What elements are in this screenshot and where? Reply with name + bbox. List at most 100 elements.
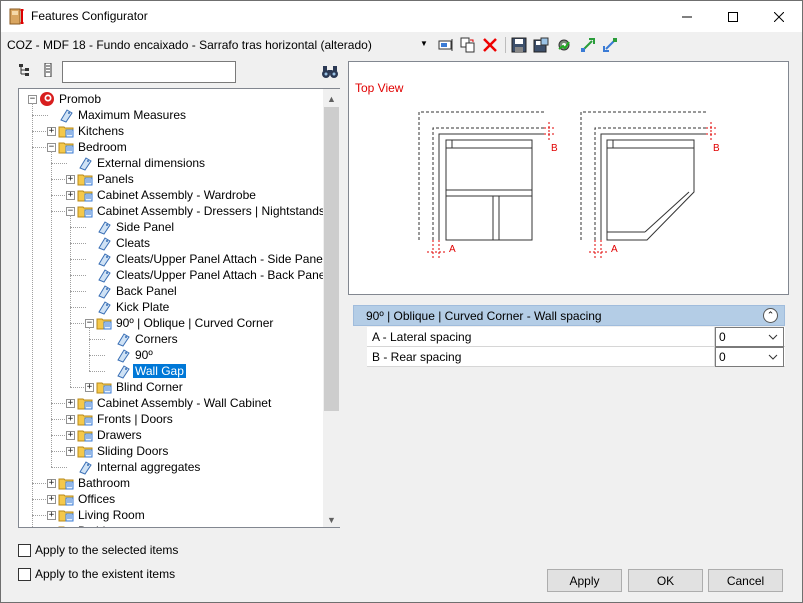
tree-item[interactable]: Cleats/Upper Panel Attach - Side Panel: [19, 251, 325, 267]
tree-item[interactable]: Maximum Measures: [19, 107, 324, 123]
tree-item[interactable]: Cleats/Upper Panel Attach - Back Panel: [19, 267, 328, 283]
tree-item-label: Side Panel: [116, 220, 175, 234]
tree-item[interactable]: Wall Gap: [19, 363, 324, 379]
binoculars-icon[interactable]: [321, 65, 339, 79]
tree-item[interactable]: + Bathhouse: [19, 523, 324, 528]
tree-item[interactable]: + Kitchens: [19, 123, 324, 139]
tree-item[interactable]: Internal aggregates: [19, 459, 324, 475]
tree-item[interactable]: + Bathroom: [19, 475, 324, 491]
tree-item-label: Living Room: [78, 508, 145, 522]
tree-item[interactable]: + Blind Corner: [19, 379, 324, 395]
tree-connector: [70, 215, 71, 387]
tree-item[interactable]: + Fronts | Doors: [19, 411, 324, 427]
expand-icon[interactable]: +: [66, 399, 75, 408]
apply-selected-option[interactable]: Apply to the selected items: [18, 542, 178, 558]
expand-icon[interactable]: +: [49, 527, 54, 528]
tree-item[interactable]: Kick Plate: [19, 299, 324, 315]
property-name: A - Lateral spacing: [372, 330, 472, 344]
tree-item[interactable]: − Promob: [19, 91, 324, 107]
tree-item[interactable]: 90º: [19, 347, 324, 363]
close-button[interactable]: [756, 1, 802, 32]
expand-icon[interactable]: +: [47, 479, 56, 488]
expand-icon[interactable]: +: [66, 175, 75, 184]
tree-item-label: Cleats: [116, 236, 151, 250]
list-view-icon[interactable]: [41, 63, 55, 77]
tree-scrollbar-thumb[interactable]: [324, 107, 339, 411]
tree-view-icon[interactable]: [18, 63, 34, 77]
tree-item[interactable]: + Cabinet Assembly - Wall Cabinet: [19, 395, 324, 411]
cancel-button[interactable]: Cancel: [708, 569, 783, 592]
apply-button[interactable]: Apply: [547, 569, 622, 592]
save-icon[interactable]: [511, 37, 527, 53]
maximize-button[interactable]: [710, 1, 756, 32]
feature-tree[interactable]: − Promob Maximum Measures + Kitchens − Bedroom…: [18, 88, 340, 528]
apply-existent-checkbox[interactable]: [18, 567, 31, 581]
rear-spacing-select[interactable]: 0: [715, 347, 784, 367]
window-title: Features Configurator: [31, 9, 148, 23]
tree-item[interactable]: + Offices: [19, 491, 324, 507]
copy-icon[interactable]: [460, 37, 476, 53]
tree-connector: [89, 327, 90, 371]
expand-icon[interactable]: +: [66, 431, 75, 440]
settings-icon[interactable]: [556, 37, 572, 53]
property-group-header[interactable]: 90º | Oblique | Curved Corner - Wall spa…: [353, 305, 785, 326]
expand-all-icon[interactable]: [580, 37, 596, 53]
configuration-select[interactable]: COZ - MDF 18 - Fundo encaixado - Sarrafo…: [6, 37, 432, 55]
tree-item[interactable]: −90º | Oblique | Curved Corner: [19, 315, 324, 331]
tree-item-label: Offices: [78, 492, 116, 506]
property-name: B - Rear spacing: [372, 350, 462, 364]
tree-item-label: 90º | Oblique | Curved Corner: [116, 316, 274, 330]
property-row-lateral-spacing: A - Lateral spacing 0: [353, 327, 785, 347]
feature-tag-icon: [117, 365, 130, 379]
minimize-button[interactable]: [664, 1, 710, 32]
scroll-up-button[interactable]: ▲: [323, 90, 340, 107]
folder-icon: [58, 142, 74, 154]
tree-item[interactable]: − Bedroom: [19, 139, 324, 155]
feature-tag-icon: [117, 333, 130, 347]
expand-icon[interactable]: +: [66, 447, 75, 456]
expand-icon[interactable]: +: [47, 511, 56, 520]
collapse-all-icon[interactable]: [602, 37, 618, 53]
scroll-down-button[interactable]: ▼: [323, 511, 340, 528]
tree-item[interactable]: + Panels: [19, 171, 324, 187]
feature-tag-icon: [98, 253, 111, 267]
tree-item[interactable]: + Sliding Doors: [19, 443, 324, 459]
tree-connector: [51, 151, 52, 467]
apply-selected-checkbox[interactable]: [18, 543, 31, 557]
apply-existent-option[interactable]: Apply to the existent items: [18, 566, 175, 582]
expand-icon[interactable]: +: [66, 191, 75, 200]
tree-item[interactable]: + Drawers: [19, 427, 324, 443]
expand-icon[interactable]: +: [47, 127, 56, 136]
ok-button[interactable]: OK: [628, 569, 703, 592]
close-icon: [774, 11, 784, 22]
top-view-drawing: A B A B: [418, 111, 720, 258]
folder-icon: [77, 174, 93, 186]
label-b-left: B: [551, 143, 558, 154]
collapse-chevrons-icon[interactable]: ⌃: [763, 308, 778, 323]
folder-icon: [77, 398, 93, 410]
tree-item-label: 90º: [135, 348, 153, 362]
folder-icon: [58, 494, 74, 506]
tree-search-input[interactable]: [62, 61, 236, 83]
app-icon: [9, 8, 24, 25]
rename-icon[interactable]: [438, 37, 454, 53]
delete-icon[interactable]: [482, 37, 498, 53]
tree-item[interactable]: Corners: [19, 331, 324, 347]
tree-item-label: Bedroom: [78, 140, 127, 154]
tree-item[interactable]: Back Panel: [19, 283, 324, 299]
folder-icon: [77, 206, 93, 218]
tree-item[interactable]: + Living Room: [19, 507, 324, 523]
tree-item[interactable]: Cleats: [19, 235, 324, 251]
tree-item-label: Maximum Measures: [78, 108, 187, 122]
tree-item[interactable]: Side Panel: [19, 219, 324, 235]
save-as-icon[interactable]: [533, 37, 549, 53]
folder-icon: [77, 190, 93, 202]
lateral-spacing-select[interactable]: 0: [715, 327, 784, 347]
tree-item[interactable]: + Cabinet Assembly - Wardrobe: [19, 187, 324, 203]
expand-icon[interactable]: +: [47, 495, 56, 504]
expand-icon[interactable]: +: [85, 383, 94, 392]
tree-item[interactable]: − Cabinet Assembly - Dressers | Nightstan…: [19, 203, 325, 219]
configuration-value: COZ - MDF 18 - Fundo encaixado - Sarrafo…: [7, 38, 372, 52]
tree-item[interactable]: External dimensions: [19, 155, 324, 171]
expand-icon[interactable]: +: [66, 415, 75, 424]
